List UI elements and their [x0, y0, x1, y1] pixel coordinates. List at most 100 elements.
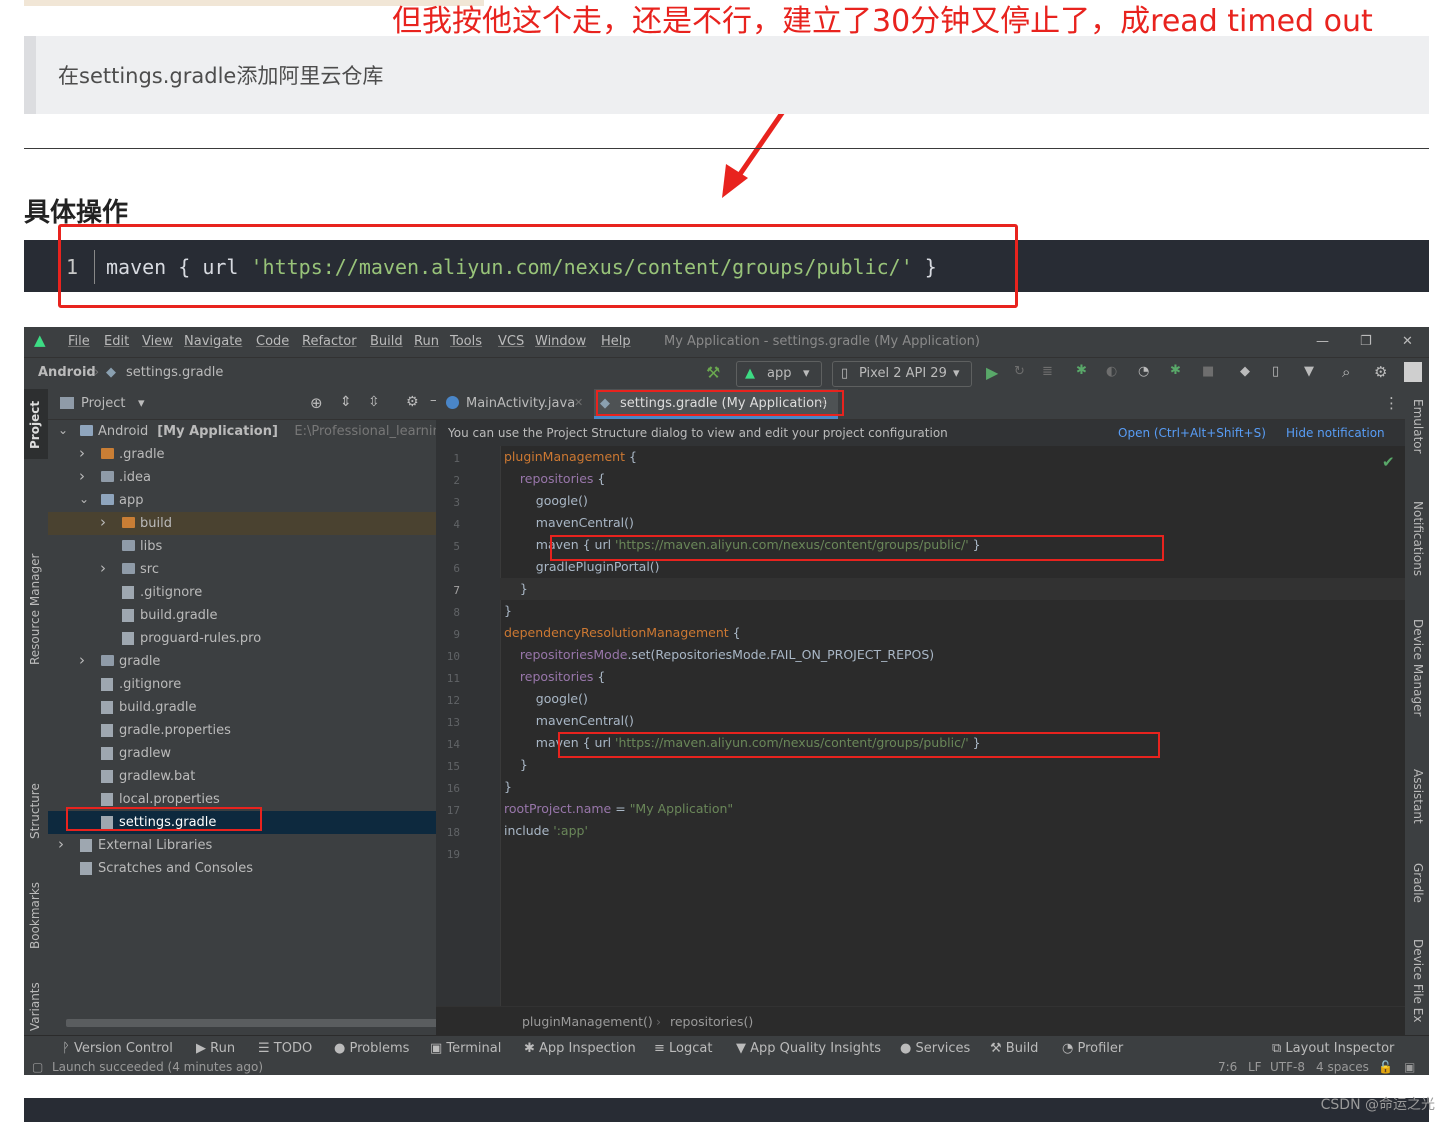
line-separator[interactable]: LF — [1248, 1060, 1262, 1074]
tool-app-quality-insights[interactable]: ▼ App Quality Insights — [736, 1041, 881, 1056]
code-line[interactable]: repositories { — [504, 669, 605, 684]
tree-item[interactable]: libs — [48, 535, 436, 558]
code-line[interactable]: mavenCentral() — [504, 713, 634, 728]
expand-all-icon[interactable]: ⇕ — [340, 394, 352, 410]
tree-item[interactable]: gradlew — [48, 742, 436, 765]
tool-run[interactable]: ▶ Run — [196, 1041, 235, 1056]
device-dropdown[interactable]: ▯ Pixel 2 API 29 ▾ — [832, 361, 972, 387]
tree-item[interactable]: › .gradle — [48, 443, 436, 466]
breadcrumb-item[interactable]: repositories() — [670, 1014, 753, 1029]
code-line[interactable]: } — [504, 757, 528, 772]
tree-item[interactable]: ⌄ app — [48, 489, 436, 512]
tool-device-manager[interactable]: Device Manager — [1411, 619, 1425, 716]
file-encoding[interactable]: UTF-8 — [1270, 1060, 1305, 1074]
horizontal-scrollbar[interactable] — [66, 1019, 438, 1027]
breadcrumb-root[interactable]: Android — [38, 365, 96, 380]
apply-code-icon[interactable]: ≣ — [1042, 364, 1053, 379]
lock-icon[interactable]: 🔓 — [1378, 1060, 1393, 1074]
tool-profiler[interactable]: ◔ Profiler — [1062, 1041, 1123, 1056]
tool-assistant[interactable]: Assistant — [1411, 769, 1425, 824]
tree-item[interactable]: › External Libraries — [48, 834, 436, 857]
close-icon[interactable]: ✕ — [1402, 334, 1413, 349]
tool-resource-manager[interactable]: Resource Manager — [28, 554, 42, 665]
gear-icon[interactable]: ⚙ — [406, 394, 419, 410]
code-line[interactable]: google() — [504, 691, 588, 706]
tree-item[interactable]: proguard-rules.pro — [48, 627, 436, 650]
tree-item[interactable]: .gitignore — [48, 673, 436, 696]
tool-structure[interactable]: Structure — [28, 783, 42, 839]
code-editor[interactable]: 1 pluginManagement {2 repositories {3 goo… — [436, 446, 1405, 1006]
profile-icon[interactable]: ◔ — [1138, 364, 1149, 379]
status-square-icon[interactable]: ▢ — [32, 1060, 43, 1074]
gear-icon[interactable]: ⚙ — [1374, 363, 1387, 381]
tool-app-inspection[interactable]: ✱ App Inspection — [524, 1041, 636, 1056]
code-line[interactable]: pluginManagement { — [504, 449, 637, 464]
breadcrumb-item[interactable]: pluginManagement() — [522, 1014, 653, 1029]
menu-item-code[interactable]: Code — [256, 334, 289, 349]
tab-mainactivity[interactable]: MainActivity.java ✕ — [442, 389, 592, 419]
tool-version-control[interactable]: ᚹ Version Control — [62, 1041, 173, 1056]
more-options-icon[interactable]: ⋮ — [1384, 394, 1399, 412]
chevron-down-icon[interactable]: ▾ — [138, 396, 145, 411]
code-line[interactable]: mavenCentral() — [504, 515, 634, 530]
run-config-dropdown[interactable]: ▲ app ▾ — [736, 361, 822, 387]
chevron-right-icon[interactable]: › — [79, 467, 85, 485]
code-line[interactable]: gradlePluginPortal() — [504, 559, 660, 574]
tool-todo[interactable]: ☰ TODO — [258, 1041, 312, 1056]
tree-item[interactable]: › src — [48, 558, 436, 581]
code-line[interactable]: include ':app' — [504, 823, 588, 838]
code-line[interactable]: } — [504, 779, 512, 794]
project-view-dropdown[interactable]: Project — [81, 396, 125, 411]
code-line[interactable]: google() — [504, 493, 588, 508]
tree-item[interactable]: gradle.properties — [48, 719, 436, 742]
code-line[interactable]: } — [504, 581, 528, 596]
indent-setting[interactable]: 4 spaces — [1316, 1060, 1369, 1074]
menu-item-view[interactable]: View — [142, 334, 173, 349]
restore-icon[interactable]: ❐ — [1360, 334, 1372, 349]
tree-item[interactable]: gradlew.bat — [48, 765, 436, 788]
locate-icon[interactable]: ⊕ — [310, 394, 323, 412]
tree-item[interactable]: .gitignore — [48, 581, 436, 604]
apply-changes-icon[interactable]: ↻ — [1014, 364, 1025, 379]
code-line[interactable]: } — [504, 603, 512, 618]
menu-item-refactor[interactable]: Refactor — [302, 334, 357, 349]
memory-icon[interactable]: ▣ — [1404, 1060, 1415, 1074]
stop-icon[interactable]: ■ — [1202, 364, 1214, 379]
tool-logcat[interactable]: ≡ Logcat — [654, 1041, 712, 1056]
code-line[interactable]: repositories { — [504, 471, 605, 486]
sdk-manager-icon[interactable]: ▼ — [1304, 364, 1314, 379]
menu-item-help[interactable]: Help — [601, 334, 631, 349]
tool-terminal[interactable]: ▣ Terminal — [430, 1041, 501, 1056]
tree-item[interactable]: › build — [48, 512, 436, 535]
attach-debugger-icon[interactable]: ✱ — [1170, 363, 1181, 378]
menu-item-tools[interactable]: Tools — [450, 334, 482, 349]
menu-item-file[interactable]: File — [68, 334, 90, 349]
code-line[interactable]: repositoriesMode.set(RepositoriesMode.FA… — [504, 647, 934, 662]
debug-icon[interactable]: ✱ — [1076, 363, 1087, 378]
menu-item-run[interactable]: Run — [414, 334, 439, 349]
tree-item[interactable]: ⌄ Android [My Application] E:\Professional_… — [48, 420, 484, 443]
chevron-down-icon[interactable]: ⌄ — [79, 492, 89, 506]
menu-item-navigate[interactable]: Navigate — [184, 334, 242, 349]
search-icon[interactable]: ⌕ — [1342, 363, 1350, 381]
hide-notification-link[interactable]: Hide notification — [1286, 426, 1385, 440]
tool-emulator[interactable]: Emulator — [1411, 399, 1425, 454]
run-icon[interactable]: ▶ — [986, 363, 998, 382]
tool-build[interactable]: ⚒ Build — [990, 1041, 1038, 1056]
tree-item[interactable]: › gradle — [48, 650, 436, 673]
tool-device-file-explorer[interactable]: Device File Ex — [1411, 939, 1425, 1022]
cursor-position[interactable]: 7:6 — [1218, 1060, 1237, 1074]
tree-item[interactable]: › .idea — [48, 466, 436, 489]
device-manager-icon[interactable]: ▯ — [1272, 364, 1279, 379]
close-icon[interactable]: ✕ — [574, 396, 583, 409]
tree-item[interactable]: build.gradle — [48, 696, 436, 719]
sync-gradle-icon[interactable]: ◆ — [1240, 364, 1250, 379]
avatar-icon[interactable] — [1404, 362, 1422, 382]
tool-bookmarks[interactable]: Bookmarks — [28, 882, 42, 949]
breadcrumb-file[interactable]: settings.gradle — [126, 365, 223, 380]
menu-item-window[interactable]: Window — [535, 334, 586, 349]
chevron-right-icon[interactable]: › — [58, 835, 64, 853]
chevron-right-icon[interactable]: › — [79, 651, 85, 669]
chevron-down-icon[interactable]: ⌄ — [58, 423, 68, 437]
collapse-all-icon[interactable]: ⇳ — [368, 394, 380, 410]
